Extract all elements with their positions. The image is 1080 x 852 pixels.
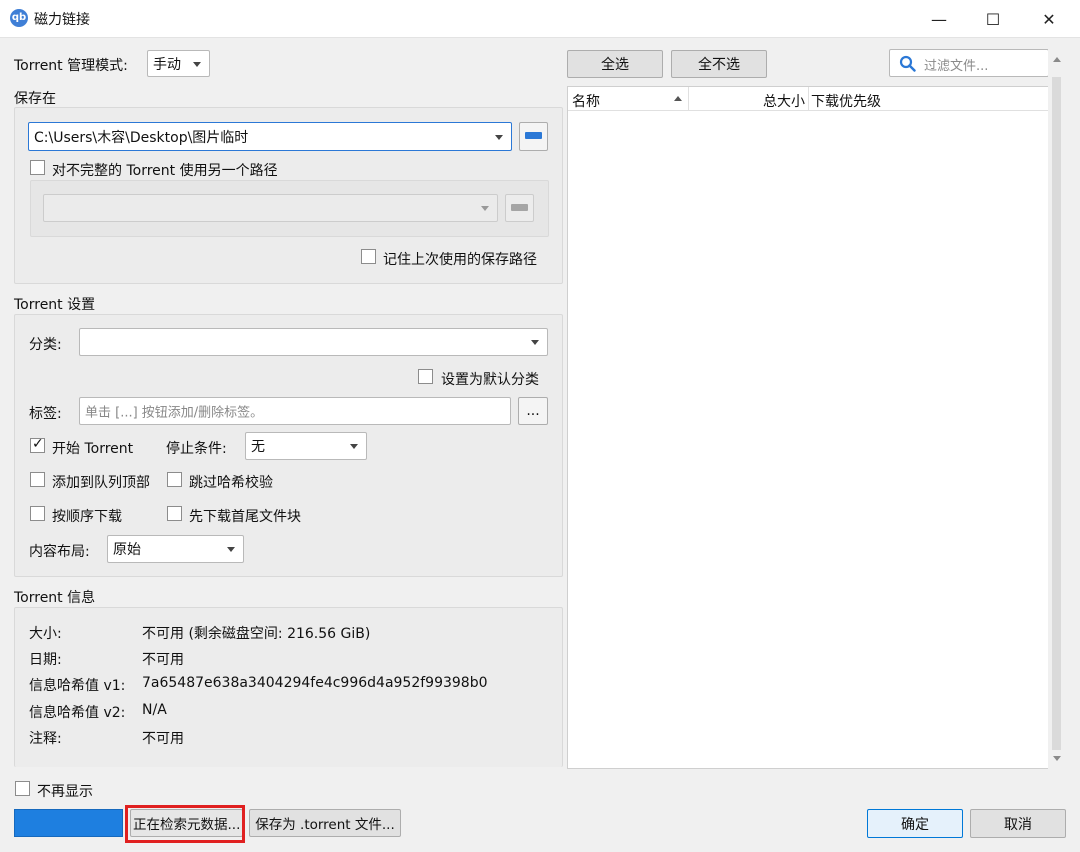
folder-icon: [525, 132, 542, 139]
remember-path-label: 记住上次使用的保存路径: [383, 252, 537, 268]
ok-button[interactable]: 确定: [867, 809, 963, 838]
chevron-down-icon: [350, 444, 358, 449]
add-to-top-label: 添加到队列顶部: [52, 475, 150, 491]
dont-show-checkbox[interactable]: [15, 781, 30, 796]
alt-path-combo: [43, 194, 498, 222]
search-icon: [899, 55, 916, 72]
tags-input[interactable]: 单击 [...] 按钮添加/删除标签。: [79, 397, 511, 425]
folder-icon: [511, 204, 528, 211]
tags-label: 标签:: [29, 406, 62, 422]
alt-path-label: 对不完整的 Torrent 使用另一个路径: [52, 163, 278, 179]
window-title: 磁力链接: [34, 12, 90, 28]
file-list-scrollbar[interactable]: [1048, 49, 1065, 769]
info-size-value: 不可用 (剩余磁盘空间: 216.56 GiB): [142, 626, 371, 642]
scroll-thumb[interactable]: [1052, 77, 1061, 750]
column-divider[interactable]: [688, 87, 689, 111]
info-comment-value: 不可用: [142, 731, 184, 747]
save-torrent-file-button[interactable]: 保存为 .torrent 文件...: [249, 809, 401, 837]
torrent-mode-value: 手动: [153, 56, 181, 73]
scroll-down-icon[interactable]: [1053, 756, 1061, 761]
stop-condition-value: 无: [251, 439, 265, 455]
info-date-key: 日期:: [29, 652, 62, 668]
scroll-up-icon[interactable]: [1053, 57, 1061, 62]
metadata-progress-bar: [14, 809, 123, 837]
save-path-value[interactable]: C:\Users\木容\Desktop\图片临时: [34, 127, 248, 147]
start-torrent-label: 开始 Torrent: [52, 441, 134, 457]
alt-browse-folder-button: [505, 194, 534, 222]
torrent-info-heading: Torrent 信息: [14, 590, 96, 606]
info-hash-v1-value: 7a65487e638a3404294fe4c996d4a952f99398b0: [142, 675, 488, 691]
torrent-mode-label: Torrent 管理模式:: [14, 58, 128, 74]
torrent-mode-select[interactable]: 手动: [147, 50, 210, 77]
info-comment-key: 注释:: [29, 731, 62, 747]
remember-path-checkbox[interactable]: [361, 249, 376, 264]
select-all-button[interactable]: 全选: [567, 50, 663, 78]
chevron-down-icon: [227, 547, 235, 552]
content-layout-value: 原始: [113, 542, 141, 558]
cancel-button[interactable]: 取消: [970, 809, 1066, 838]
file-list-header: 名称 总大小 下载优先级: [568, 87, 1050, 111]
skip-hash-label: 跳过哈希校验: [189, 475, 273, 491]
add-to-top-checkbox[interactable]: [30, 472, 45, 487]
default-category-checkbox[interactable]: [418, 369, 433, 384]
select-none-button[interactable]: 全不选: [671, 50, 767, 78]
start-torrent-checkbox[interactable]: [30, 436, 45, 453]
edit-tags-button[interactable]: ...: [518, 397, 548, 425]
sequential-checkbox[interactable]: [30, 506, 45, 521]
chevron-down-icon[interactable]: [531, 340, 539, 345]
stop-condition-label: 停止条件:: [166, 441, 227, 457]
column-size-header[interactable]: 总大小: [763, 91, 805, 111]
column-priority-header[interactable]: 下载优先级: [811, 91, 881, 111]
dont-show-label: 不再显示: [37, 784, 93, 800]
minimize-button[interactable]: —: [912, 0, 966, 38]
chevron-down-icon: [481, 206, 489, 211]
first-last-checkbox[interactable]: [167, 506, 182, 521]
info-date-value: 不可用: [142, 652, 184, 668]
chevron-down-icon[interactable]: [495, 134, 503, 140]
sequential-label: 按顺序下载: [52, 509, 122, 525]
default-category-label: 设置为默认分类: [441, 372, 539, 388]
column-name-header[interactable]: 名称: [572, 91, 600, 111]
close-button[interactable]: ✕: [1022, 0, 1076, 38]
filter-files-input[interactable]: 过滤文件...: [889, 49, 1049, 77]
content-layout-label: 内容布局:: [29, 544, 90, 560]
info-hash-v2-value: N/A: [142, 702, 167, 718]
save-in-heading: 保存在: [14, 91, 56, 107]
alt-path-checkbox[interactable]: [30, 160, 45, 175]
title-bar: qb 磁力链接 — ☐ ✕: [0, 0, 1080, 38]
first-last-label: 先下载首尾文件块: [189, 509, 301, 525]
column-divider[interactable]: [808, 87, 809, 111]
info-hash-v1-key: 信息哈希值 v1:: [29, 678, 126, 694]
chevron-down-icon: [193, 61, 201, 67]
category-combo[interactable]: [79, 328, 548, 356]
filter-files-placeholder: 过滤文件...: [924, 59, 989, 74]
torrent-settings-heading: Torrent 设置: [14, 297, 96, 313]
browse-folder-button[interactable]: [519, 122, 548, 151]
content-layout-select[interactable]: 原始: [107, 535, 244, 563]
file-list[interactable]: 名称 总大小 下载优先级: [567, 86, 1065, 769]
highlight-box: [125, 805, 245, 843]
tags-placeholder: 单击 [...] 按钮添加/删除标签。: [85, 405, 264, 421]
category-label: 分类:: [29, 337, 62, 353]
info-hash-v2-key: 信息哈希值 v2:: [29, 705, 126, 721]
sort-ascending-icon: [674, 96, 682, 101]
maximize-button[interactable]: ☐: [966, 0, 1020, 38]
skip-hash-checkbox[interactable]: [167, 472, 182, 487]
save-path-combo[interactable]: C:\Users\木容\Desktop\图片临时: [28, 122, 512, 151]
info-size-key: 大小:: [29, 626, 62, 642]
qbittorrent-app-icon: qb: [10, 9, 28, 27]
stop-condition-select[interactable]: 无: [245, 432, 367, 460]
